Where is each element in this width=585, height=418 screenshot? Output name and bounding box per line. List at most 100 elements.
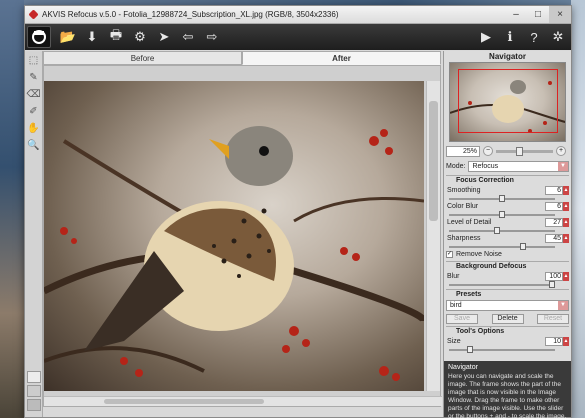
maximize-button[interactable]: □ [527,6,549,23]
window-title: AKVIS Refocus v.5.0 - Fotolia_12988724_S… [42,10,339,19]
desktop-background-right [571,0,585,418]
left-toolbox: ⬚ ✎ ⌫ ✐ ✋ 🔍 [25,51,43,417]
tab-before[interactable]: Before [43,51,242,65]
focus-correction-section: Focus Correction Smoothing 6 ▲ Color Blur 6 ▲… [446,175,569,259]
redo-icon[interactable]: ⇨ [201,26,223,48]
bird-photo[interactable] [44,81,424,391]
smoothing-label: Smoothing [447,187,481,194]
save-preset-button[interactable]: Save [446,314,478,324]
zoom-out-button[interactable]: − [483,146,493,156]
view-toggle-icon[interactable] [27,399,41,411]
smoothing-slider[interactable] [449,195,555,202]
zoom-slider-knob[interactable] [515,146,523,156]
mode-value: Refocus [472,163,499,170]
level-of-detail-value[interactable]: 27 [545,218,563,227]
horizontal-scrollbar[interactable] [44,396,442,406]
reset-preset-button[interactable]: Reset [537,314,569,324]
smoothing-slider-knob[interactable] [499,195,505,202]
presets-section: Presets bird ▼ Save Delete Reset [446,289,569,324]
hand-icon[interactable]: ✋ [27,121,41,135]
preset-value: bird [450,302,462,309]
image-window[interactable] [43,65,442,407]
sharpness-slider[interactable] [449,243,555,250]
vertical-scrollbar[interactable] [426,81,440,391]
view-tabs: Before After [43,51,441,65]
mode-select[interactable]: Refocus ▼ [468,161,569,172]
zoom-slider[interactable] [496,146,553,156]
settings-icon[interactable]: ✲ [547,26,569,48]
open-icon[interactable]: 📂 [57,26,79,48]
minimize-button[interactable]: – [505,6,527,23]
tab-after[interactable]: After [242,51,441,65]
run-icon[interactable]: ▶ [475,26,497,48]
color-blur-slider[interactable] [449,211,555,218]
akvis-logo-icon [28,9,39,20]
blur-stepper[interactable]: ▲ [563,272,569,281]
size-stepper[interactable]: ▲ [563,337,569,346]
navigator-title: Navigator [489,52,526,61]
eraser-icon[interactable]: ⌫ [26,87,40,101]
color-blur-slider-knob[interactable] [499,211,505,218]
size-slider[interactable] [449,346,555,353]
vertical-scroll-thumb[interactable] [429,101,438,221]
size-value[interactable]: 10 [545,337,563,346]
blur-slider-knob[interactable] [549,281,555,288]
mode-label: Mode: [446,163,466,170]
remove-noise-checkbox[interactable]: ✓ [446,250,453,258]
tools-options-title: Tool's Options [456,328,505,335]
undo-icon[interactable]: ⇦ [177,26,199,48]
desktop-background-left [0,0,24,418]
smoothing-value[interactable]: 6 [545,186,563,195]
color-swatch-back[interactable] [27,385,41,397]
color-blur-stepper[interactable]: ▲ [563,202,569,211]
color-blur-value[interactable]: 6 [545,202,563,211]
akvis-app-icon[interactable] [27,26,51,48]
level-of-detail-slider-knob[interactable] [493,227,500,234]
zoom-in-button[interactable]: + [556,146,566,156]
zoom-field[interactable]: 25% [446,145,480,157]
background-defocus-section: Background Defocus Blur 100 ▲ [446,261,569,288]
zoom-icon[interactable]: 🔍 [27,138,41,152]
navigator-frame[interactable] [458,69,558,133]
horizontal-scroll-thumb[interactable] [104,399,264,404]
level-of-detail-stepper[interactable]: ▲ [563,218,569,227]
share-icon[interactable]: ⚙ [129,26,151,48]
size-slider-knob[interactable] [467,346,474,353]
sharpness-slider-knob[interactable] [520,243,527,250]
remove-noise-label: Remove Noise [456,250,502,258]
color-swatch-front[interactable] [27,371,41,383]
close-button[interactable]: × [549,6,571,23]
focus-area-icon[interactable]: ⬚ [27,53,41,67]
preset-select[interactable]: bird ▼ [446,300,569,311]
app-window: AKVIS Refocus v.5.0 - Fotolia_12988724_S… [24,5,572,418]
help-icon[interactable]: ? [523,26,545,48]
chevron-down-icon: ▼ [558,162,568,171]
pencil-icon[interactable]: ✐ [27,104,41,118]
blur-slider[interactable] [449,281,555,288]
color-blur-label: Color Blur [447,203,479,210]
hint-text: Here you can navigate and scale the imag… [448,373,567,418]
sharpness-stepper[interactable]: ▲ [563,234,569,243]
level-of-detail-label: Level of Detail [447,219,492,226]
chevron-down-icon: ▼ [558,301,568,310]
presets-title: Presets [456,291,482,298]
background-defocus-title: Background Defocus [456,263,527,270]
title-bar[interactable]: AKVIS Refocus v.5.0 - Fotolia_12988724_S… [25,6,571,24]
brush-icon[interactable]: ✎ [27,70,41,84]
smoothing-stepper[interactable]: ▲ [563,186,569,195]
size-label: Size [447,338,461,345]
main-toolbar: 📂 ⬇ 🖶 ⚙ ➤ ⇦ ⇨ ▶ ℹ? ✲ [25,24,571,50]
tools-options-section: Tool's Options Size 10 ▲ [446,326,569,353]
level-of-detail-slider[interactable] [449,227,555,234]
blur-label: Blur [447,273,460,280]
navigator-thumbnail[interactable] [449,62,566,142]
sharpness-value[interactable]: 45 [545,234,563,243]
sharpness-label: Sharpness [447,235,481,242]
delete-preset-button[interactable]: Delete [491,314,524,324]
save-icon[interactable]: ⬇ [81,26,103,48]
info-icon[interactable]: ℹ [499,26,521,48]
refocus-icon[interactable]: ➤ [153,26,175,48]
blur-value[interactable]: 100 [545,272,563,281]
focus-correction-title: Focus Correction [456,177,514,184]
print-icon[interactable]: 🖶 [105,26,127,48]
